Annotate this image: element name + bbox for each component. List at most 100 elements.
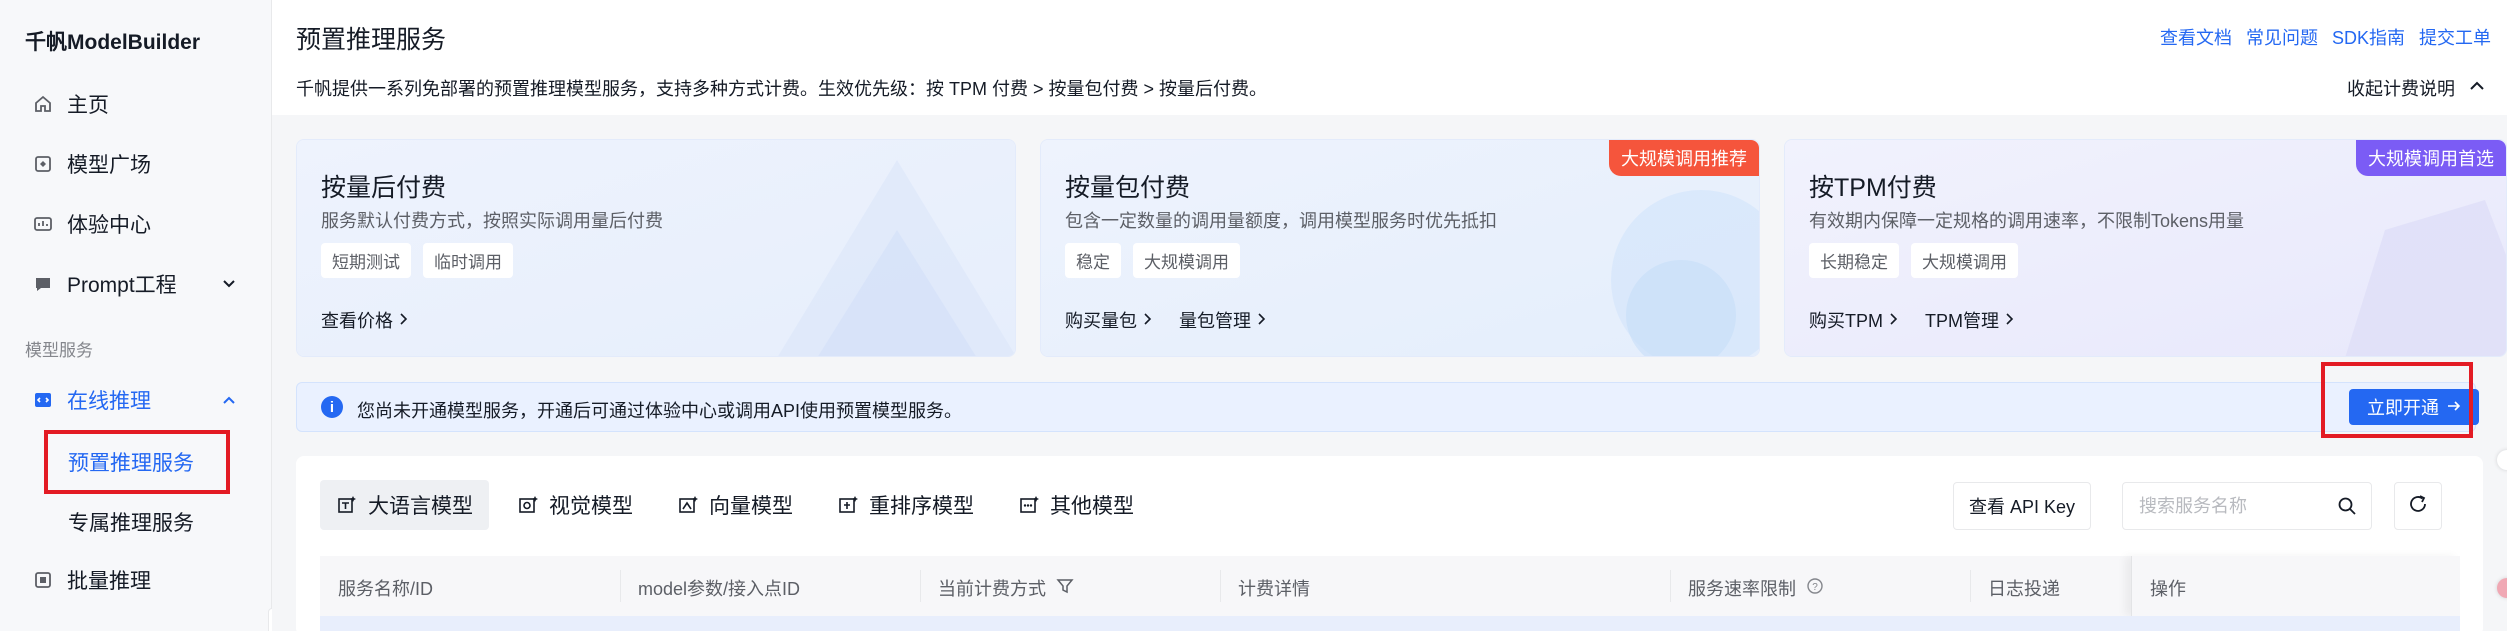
chevron-right-icon bbox=[399, 310, 409, 331]
model-square-icon bbox=[32, 153, 54, 175]
card-title: 按量包付费 bbox=[1065, 174, 1191, 202]
sidebar-subitem-dedicated-inference[interactable]: 专属推理服务 bbox=[68, 507, 194, 537]
info-icon: i bbox=[321, 396, 343, 418]
sidebar-item-prompt[interactable]: Prompt工程 bbox=[0, 260, 272, 308]
buy-package-label: 购买量包 bbox=[1065, 311, 1137, 331]
section-label-model-service: 模型服务 bbox=[25, 341, 93, 360]
arrow-right-icon bbox=[2447, 397, 2461, 418]
rerank-icon bbox=[837, 494, 859, 516]
prompt-icon bbox=[32, 273, 54, 295]
tpm-management-label: TPM管理 bbox=[1925, 311, 1999, 331]
main-content: 预置推理服务 查看文档 常见问题 SDK指南 提交工单 千帆提供一系列免部署的预… bbox=[272, 0, 2507, 631]
tab-label: 其他模型 bbox=[1050, 495, 1134, 518]
collapse-billing-label: 收起计费说明 bbox=[2347, 79, 2455, 99]
tab-label: 向量模型 bbox=[709, 495, 793, 518]
collapse-billing-toggle[interactable]: 收起计费说明 bbox=[2347, 75, 2487, 101]
package-management-label: 量包管理 bbox=[1179, 311, 1251, 331]
experience-icon bbox=[32, 213, 54, 235]
embedding-icon bbox=[677, 494, 699, 516]
operations-column-header: 操作 bbox=[2131, 556, 2460, 616]
column-divider bbox=[1670, 570, 1671, 602]
column-header-label: 当前计费方式 bbox=[938, 579, 1046, 599]
sidebar-item-online-inference[interactable]: 在线推理 bbox=[0, 376, 272, 424]
header-band: 预置推理服务 查看文档 常见问题 SDK指南 提交工单 千帆提供一系列免部署的预… bbox=[272, 0, 2507, 115]
search-icon[interactable] bbox=[2337, 496, 2357, 516]
code-icon bbox=[32, 389, 54, 411]
sidebar: 千帆ModelBuilder 主页 模型广场 体验中心 Prompt工程 模型服… bbox=[0, 0, 290, 631]
column-divider bbox=[620, 570, 621, 602]
sidebar-item-batch-inference[interactable]: 批量推理 bbox=[0, 556, 272, 604]
link-docs[interactable]: 查看文档 bbox=[2160, 24, 2232, 50]
page-title: 预置推理服务 bbox=[296, 26, 447, 54]
link-faq[interactable]: 常见问题 bbox=[2246, 24, 2318, 50]
top-links: 查看文档 常见问题 SDK指南 提交工单 bbox=[2160, 24, 2491, 50]
tab-label: 视觉模型 bbox=[549, 495, 633, 518]
chevron-right-icon bbox=[2005, 310, 2015, 331]
column-header-model-param: model参数/接入点ID bbox=[638, 579, 801, 599]
tab-label: 重排序模型 bbox=[869, 495, 974, 518]
buy-package-link[interactable]: 购买量包 bbox=[1065, 307, 1153, 333]
vision-icon bbox=[517, 494, 539, 516]
recommend-badge: 大规模调用推荐 bbox=[1609, 140, 1759, 176]
tab-label: 大语言模型 bbox=[368, 495, 473, 518]
column-divider bbox=[1970, 570, 1971, 602]
llm-icon bbox=[336, 494, 358, 516]
refresh-button[interactable] bbox=[2394, 482, 2442, 530]
column-header-rate-limit: 服务速率限制 ? bbox=[1688, 575, 1824, 601]
enable-now-label: 立即开通 bbox=[2367, 398, 2439, 418]
sidebar-subitem-preset-inference[interactable]: 预置推理服务 bbox=[68, 447, 194, 477]
sidebar-item-label: Prompt工程 bbox=[67, 274, 177, 297]
help-circle-icon[interactable]: ? bbox=[1806, 577, 1824, 600]
filter-icon[interactable] bbox=[1056, 577, 1074, 600]
tab-rerank[interactable]: 重排序模型 bbox=[821, 480, 990, 530]
sidebar-item-home[interactable]: 主页 bbox=[0, 80, 272, 128]
pricing-card-tpm: 按TPM付费 有效期内保障一定规格的调用速率，不限制Tokens用量 长期稳定 … bbox=[1784, 139, 2507, 357]
brand-title: 千帆ModelBuilder bbox=[25, 31, 201, 54]
billing-description: 千帆提供一系列免部署的预置推理模型服务，支持多种方式计费。生效优先级：按 TPM… bbox=[296, 79, 1268, 99]
tpm-management-link[interactable]: TPM管理 bbox=[1925, 307, 2015, 333]
column-divider bbox=[920, 570, 921, 602]
sidebar-item-label: 批量推理 bbox=[67, 570, 151, 593]
other-models-icon bbox=[1018, 494, 1040, 516]
sidebar-item-label: 在线推理 bbox=[67, 390, 151, 413]
view-price-link[interactable]: 查看价格 bbox=[321, 307, 409, 333]
card-tag: 短期测试 bbox=[321, 243, 411, 278]
enable-now-button[interactable]: 立即开通 bbox=[2349, 389, 2479, 425]
table-row[interactable] bbox=[320, 616, 2460, 631]
link-sdk-guide[interactable]: SDK指南 bbox=[2332, 24, 2405, 50]
card-description: 服务默认付费方式，按照实际调用量后付费 bbox=[321, 211, 663, 231]
sidebar-item-experience[interactable]: 体验中心 bbox=[0, 200, 272, 248]
pricing-card-package: 按量包付费 包含一定数量的调用量额度，调用模型服务时优先抵扣 稳定 大规模调用 … bbox=[1040, 139, 1760, 357]
home-icon bbox=[32, 93, 54, 115]
card-description: 有效期内保障一定规格的调用速率，不限制Tokens用量 bbox=[1809, 211, 2245, 231]
view-price-label: 查看价格 bbox=[321, 311, 393, 331]
tab-other[interactable]: 其他模型 bbox=[1002, 480, 1150, 530]
chevron-up-icon bbox=[218, 389, 240, 411]
tab-vision[interactable]: 视觉模型 bbox=[501, 480, 649, 530]
model-services-panel: 大语言模型 视觉模型 向量模型 重排序模型 其他模型 查看 API Key 搜索… bbox=[296, 456, 2483, 631]
sidebar-item-model-square[interactable]: 模型广场 bbox=[0, 140, 272, 188]
search-input[interactable] bbox=[2139, 483, 2329, 529]
view-api-key-button[interactable]: 查看 API Key bbox=[1953, 482, 2091, 530]
chevron-down-icon bbox=[218, 273, 240, 295]
model-type-tabs: 大语言模型 视觉模型 向量模型 重排序模型 其他模型 bbox=[320, 480, 1150, 530]
tab-embedding[interactable]: 向量模型 bbox=[661, 480, 809, 530]
link-submit-ticket[interactable]: 提交工单 bbox=[2419, 24, 2491, 50]
column-header-billing-details: 计费详情 bbox=[1238, 579, 1310, 599]
card-tag: 长期稳定 bbox=[1809, 243, 1899, 278]
preferred-badge: 大规模调用首选 bbox=[2356, 140, 2506, 176]
column-header-log-delivery: 日志投递 bbox=[1988, 579, 2060, 599]
svg-text:?: ? bbox=[1812, 582, 1818, 593]
pricing-card-postpaid: 按量后付费 服务默认付费方式，按照实际调用量后付费 短期测试 临时调用 查看价格 bbox=[296, 139, 1016, 357]
table-header: 服务名称/ID model参数/接入点ID 当前计费方式 计费详情 服务速率限制… bbox=[320, 556, 2460, 616]
alert-text: 您尚未开通模型服务，开通后可通过体验中心或调用API使用预置模型服务。 bbox=[357, 401, 963, 421]
sidebar-item-label: 模型广场 bbox=[67, 154, 151, 177]
buy-tpm-link[interactable]: 购买TPM bbox=[1809, 307, 1899, 333]
buy-tpm-label: 购买TPM bbox=[1809, 311, 1883, 331]
card-title: 按量后付费 bbox=[321, 174, 447, 202]
column-divider bbox=[1220, 570, 1221, 602]
search-box bbox=[2122, 482, 2372, 530]
tab-llm[interactable]: 大语言模型 bbox=[320, 480, 489, 530]
package-management-link[interactable]: 量包管理 bbox=[1179, 307, 1267, 333]
batch-icon bbox=[32, 569, 54, 591]
